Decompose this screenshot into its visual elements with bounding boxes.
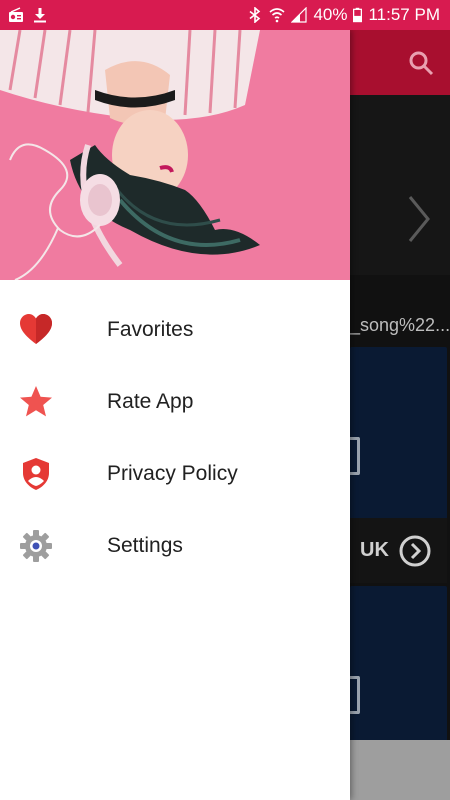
station-card[interactable]: UK xyxy=(344,347,447,583)
clock: 11:57 PM xyxy=(368,5,440,24)
menu-item-label: Favorites xyxy=(107,318,194,341)
battery-icon xyxy=(353,7,363,23)
menu-item-label: Privacy Policy xyxy=(107,462,238,485)
chevron-right-icon[interactable] xyxy=(406,195,432,243)
menu-item-privacy-policy[interactable]: Privacy Policy xyxy=(0,438,350,510)
heart-icon xyxy=(20,314,52,344)
radio-icon xyxy=(9,7,23,22)
navigation-drawer: Favorites Rate App Privacy Policy Settin… xyxy=(0,30,350,800)
download-icon xyxy=(34,8,46,23)
station-card-footer: UK xyxy=(350,518,447,583)
menu-item-rate-app[interactable]: Rate App xyxy=(0,366,350,438)
menu-item-favorites[interactable]: Favorites xyxy=(0,294,350,366)
station-country: UK xyxy=(360,539,389,561)
circle-arrow-right-icon[interactable] xyxy=(399,535,431,567)
mini-player xyxy=(350,740,450,800)
drawer-menu: Favorites Rate App Privacy Policy Settin… xyxy=(0,294,350,582)
station-card[interactable] xyxy=(344,586,447,766)
song-title-text: _song%22... xyxy=(350,315,450,335)
header-illustration xyxy=(0,30,350,280)
menu-item-label: Rate App xyxy=(107,390,194,413)
search-icon[interactable] xyxy=(408,50,434,76)
menu-item-settings[interactable]: Settings xyxy=(0,510,350,582)
bluetooth-icon xyxy=(249,7,261,23)
shield-user-icon xyxy=(23,458,49,490)
menu-item-label: Settings xyxy=(107,534,183,557)
gear-icon xyxy=(20,530,52,562)
signal-icon xyxy=(291,7,308,23)
battery-percent: 40% xyxy=(313,5,348,24)
status-bar: 40% 11:57 PM xyxy=(0,0,450,30)
star-icon xyxy=(20,386,52,417)
wifi-icon xyxy=(269,8,285,23)
drawer-header-image xyxy=(0,30,350,280)
